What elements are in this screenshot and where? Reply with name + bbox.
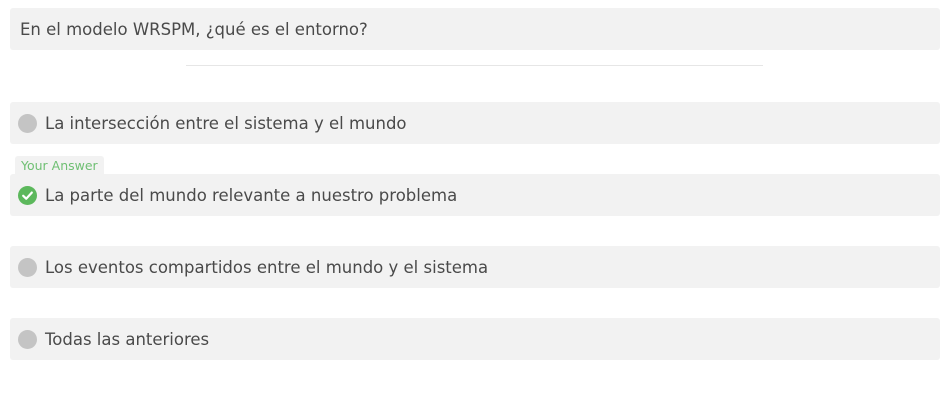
- your-answer-tag: Your Answer: [15, 156, 104, 174]
- question-box: En el modelo WRSPM, ¿qué es el entorno?: [10, 8, 940, 50]
- answer-option-1[interactable]: La intersección entre el sistema y el mu…: [10, 102, 940, 144]
- answer-option-2[interactable]: La parte del mundo relevante a nuestro p…: [10, 174, 940, 216]
- answer-option-3[interactable]: Los eventos compartidos entre el mundo y…: [10, 246, 940, 288]
- radio-circle-icon: [18, 257, 37, 277]
- check-circle-icon: [18, 185, 37, 205]
- answer-option-4[interactable]: Todas las anteriores: [10, 318, 940, 360]
- answer-option-label: La parte del mundo relevante a nuestro p…: [45, 185, 458, 205]
- answer-option-label: Todas las anteriores: [45, 329, 210, 349]
- divider: [186, 65, 763, 66]
- question-text: En el modelo WRSPM, ¿qué es el entorno?: [20, 19, 368, 39]
- radio-circle-icon: [18, 329, 37, 349]
- answer-option-label: Los eventos compartidos entre el mundo y…: [45, 257, 489, 277]
- quiz-card: En el modelo WRSPM, ¿qué es el entorno? …: [0, 0, 946, 409]
- radio-circle-icon: [18, 113, 37, 133]
- answer-option-label: La intersección entre el sistema y el mu…: [45, 113, 407, 133]
